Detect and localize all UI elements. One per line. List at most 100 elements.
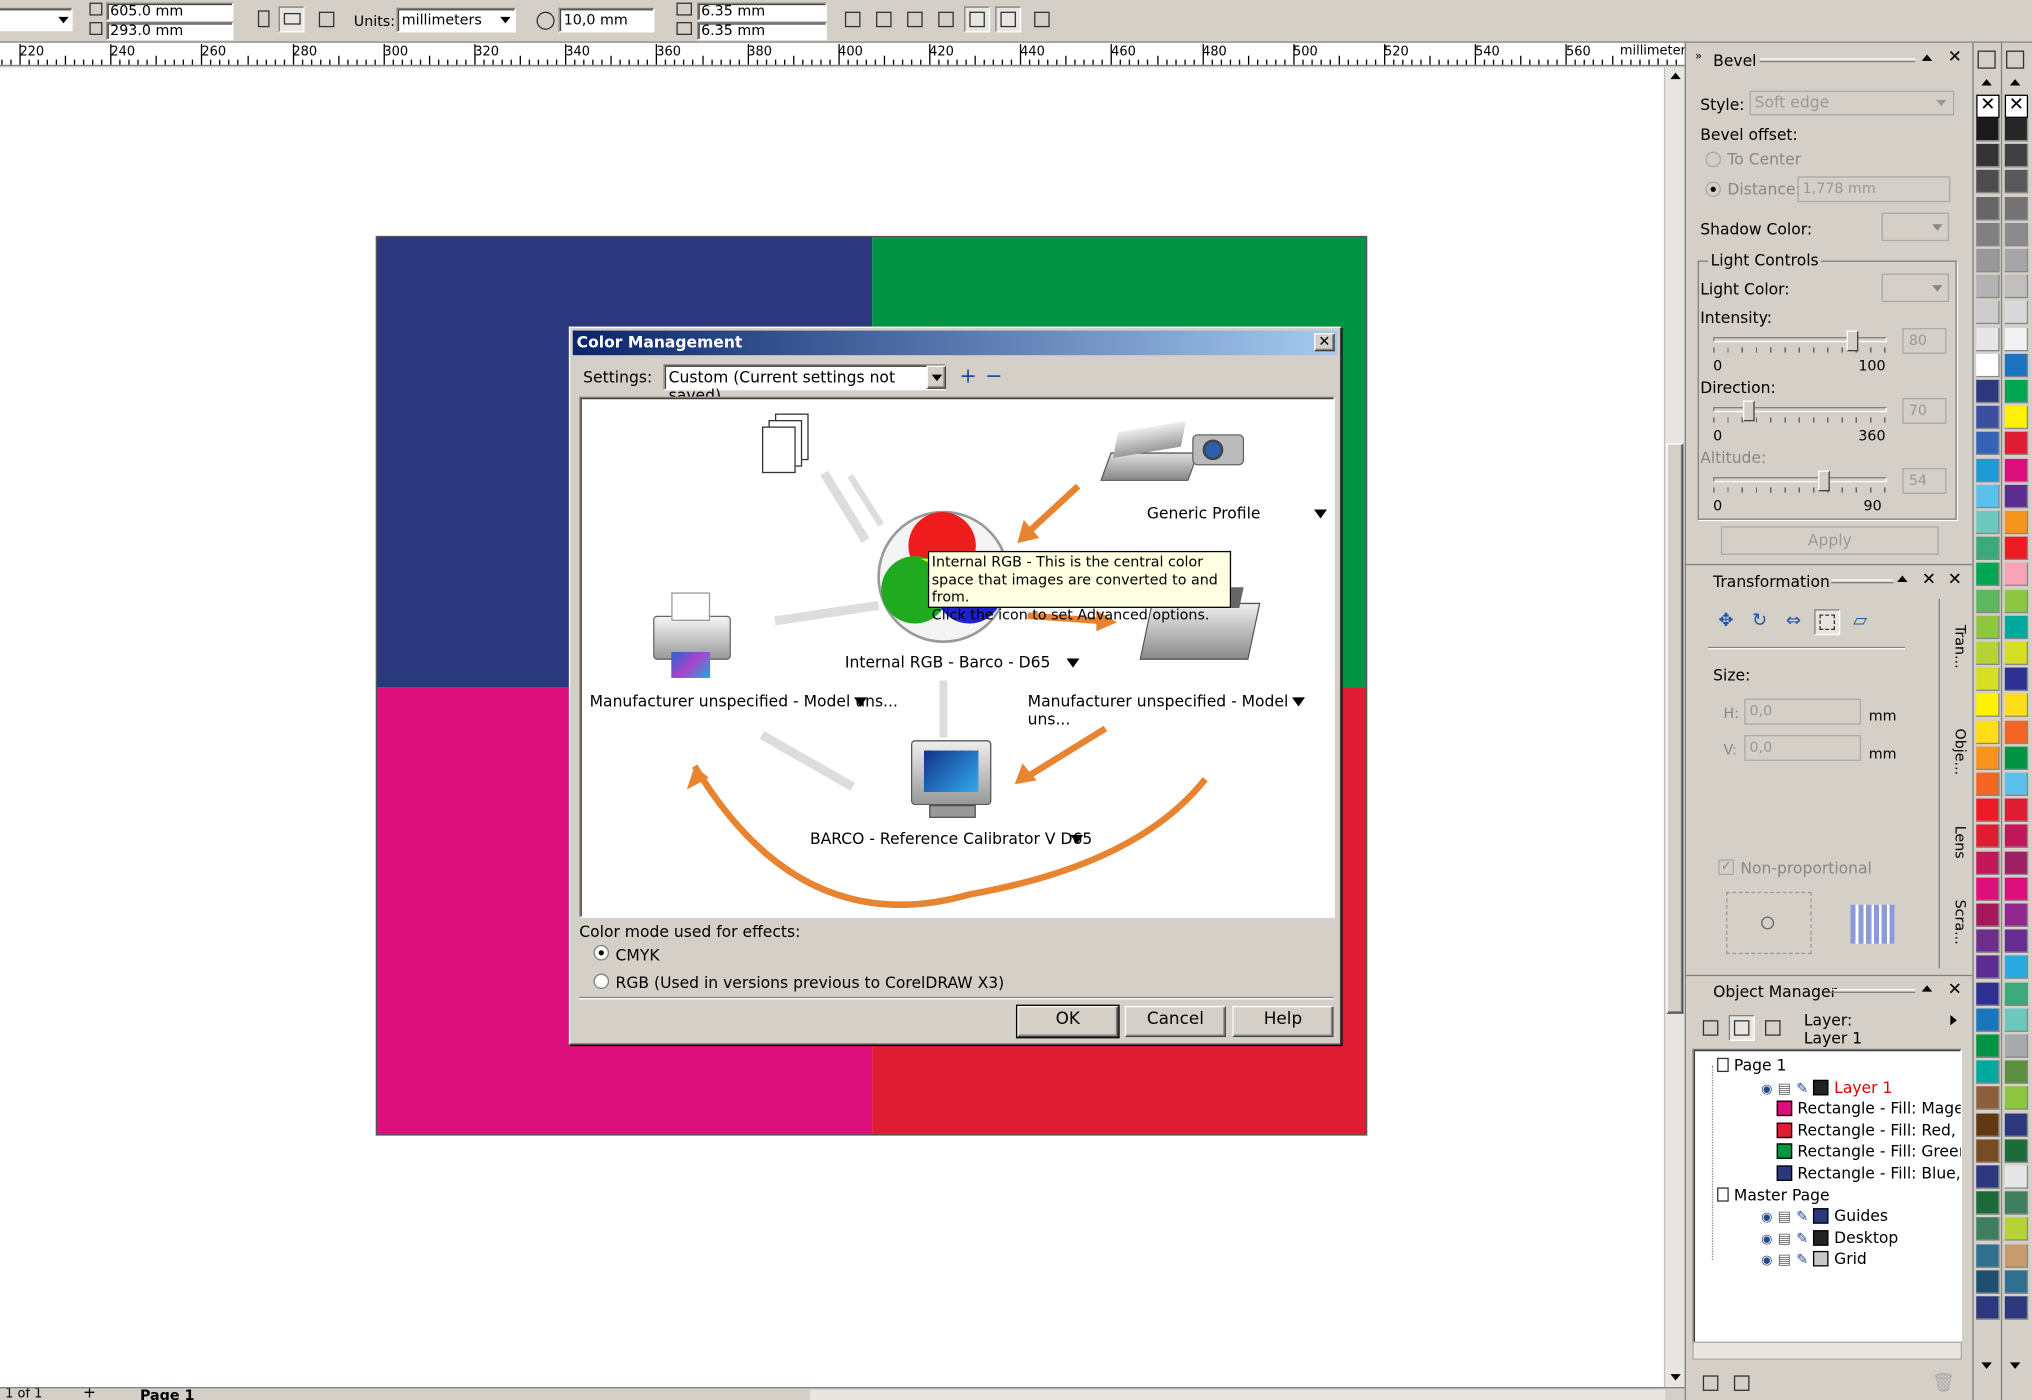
duplicate-x-field[interactable]: 6.35 mm (697, 2, 827, 21)
edit-across-layers-button[interactable] (1728, 1015, 1755, 1041)
dialog-close-button[interactable]: ✕ (1314, 333, 1335, 352)
tree-item[interactable]: ◉ ▤ ✎ Desktop (1761, 1227, 1898, 1248)
palette-swatch[interactable] (1976, 510, 2000, 535)
palette-swatch[interactable] (2004, 536, 2029, 561)
palette-swatch[interactable] (2004, 772, 2029, 796)
palette-swatch[interactable] (1976, 851, 2000, 875)
position-button[interactable]: ✥ (1713, 609, 1740, 636)
palette-swatch[interactable] (1976, 1217, 2000, 1242)
palette-swatch[interactable] (1976, 432, 2000, 456)
palette-swatch[interactable] (2004, 982, 2029, 1006)
palette-swatch[interactable] (1976, 877, 2000, 901)
tree-item[interactable]: ◉ ▤ ✎ Grid (1761, 1249, 1867, 1270)
palette-swatch[interactable] (2004, 1008, 2029, 1032)
palette-swatch[interactable] (2004, 248, 2029, 273)
tree-hscrollbar[interactable] (1692, 1341, 1962, 1360)
palette-swatch[interactable] (2004, 1060, 2029, 1084)
palette-swatch[interactable] (1976, 353, 2000, 377)
palette-swatch[interactable] (1976, 1243, 2000, 1268)
palette-swatch[interactable] (1976, 1270, 2000, 1294)
palette-swatch[interactable] (1976, 379, 2000, 404)
palette-swatch[interactable] (1976, 903, 2000, 927)
width-field[interactable]: 605.0 mm (106, 2, 234, 21)
palette-swatch[interactable] (2004, 563, 2029, 587)
palette-swatch[interactable] (2004, 1165, 2029, 1189)
cancel-button[interactable]: Cancel (1124, 1005, 1226, 1038)
palette-swatch[interactable] (2004, 432, 2029, 456)
close-icon[interactable]: ✕ (1922, 570, 1936, 589)
palette-swatch[interactable] (1976, 720, 2000, 744)
nudge-field[interactable]: 10,0 mm (558, 7, 655, 33)
palette-swatch[interactable] (1976, 1060, 2000, 1084)
palette-swatch[interactable] (1976, 484, 2000, 508)
settings-select[interactable]: Custom (Current settings not saved) (663, 364, 947, 404)
scroll-thumb[interactable] (1666, 443, 1684, 1014)
palette-swatch[interactable] (2004, 117, 2029, 142)
horizontal-scrollbar[interactable] (809, 1389, 1666, 1400)
add-page-icon[interactable]: + (83, 1388, 96, 1400)
tree-item[interactable]: Page 1 (1704, 1055, 1786, 1076)
printer-icon[interactable]: ▤ (1778, 1208, 1791, 1225)
printer-icon[interactable]: ▤ (1778, 1251, 1791, 1268)
no-color-swatch[interactable]: ✕ (1976, 94, 2000, 118)
intensity-value-field[interactable]: 80 (1902, 327, 1947, 354)
options-button[interactable] (1028, 6, 1055, 33)
treat-as-filled-button[interactable] (964, 6, 991, 33)
palette-swatch[interactable] (1976, 955, 2000, 980)
altitude-slider[interactable] (1713, 470, 1887, 497)
palette-swatch[interactable] (2004, 1191, 2029, 1215)
duplicate-y-field[interactable]: 6.35 mm (697, 22, 827, 41)
edit-across-layers-button[interactable] (995, 6, 1022, 33)
height-field[interactable]: 293.0 mm (106, 22, 234, 41)
direction-thumb[interactable] (1742, 400, 1755, 422)
direction-value-field[interactable]: 70 (1902, 397, 1947, 424)
printer-icon[interactable]: ▤ (1778, 1079, 1791, 1096)
shadow-color-picker[interactable] (1881, 212, 1950, 242)
palette-swatch[interactable] (2004, 275, 2029, 299)
altitude-thumb[interactable] (1818, 470, 1830, 492)
palette-swatch[interactable] (2004, 641, 2029, 666)
vertical-scrollbar[interactable] (1663, 67, 1685, 1388)
units-select[interactable]: millimeters (396, 7, 516, 33)
eye-icon[interactable]: ◉ (1761, 1233, 1772, 1247)
palette-options-icon[interactable] (1977, 50, 1996, 69)
palette-swatch[interactable] (1976, 929, 2000, 954)
palette-swatch[interactable] (2004, 379, 2029, 404)
palette-swatch[interactable] (1976, 824, 2000, 849)
palette-swatch[interactable] (1976, 589, 2000, 613)
palette-swatch[interactable] (2004, 1243, 2029, 1268)
palette-swatch[interactable] (2004, 877, 2029, 901)
horizontal-ruler[interactable]: 220 240 260 280 300 320 340 360 380 400 420 440 460 4… (0, 42, 1685, 67)
palette-swatch[interactable] (2004, 170, 2029, 194)
settings-dropdown-button[interactable] (926, 365, 947, 389)
palette-swatch[interactable] (1976, 1139, 2000, 1163)
palette-swatch[interactable] (1976, 1296, 2000, 1320)
palette-swatch[interactable] (2004, 196, 2029, 220)
palette-swatch[interactable] (2004, 1086, 2029, 1111)
palette-swatch[interactable] (2004, 1270, 2029, 1294)
palette-swatch[interactable] (1976, 694, 2000, 718)
palette-swatch[interactable] (1976, 536, 2000, 561)
scale-mirror-button[interactable]: ⇔ (1780, 609, 1807, 636)
new-layer-button[interactable] (1697, 1370, 1724, 1397)
new-master-layer-button[interactable] (1728, 1370, 1755, 1397)
palette-swatch[interactable] (1976, 1008, 2000, 1032)
side-tab-scrapbook[interactable]: Scra... (1943, 900, 1969, 945)
tree-item[interactable]: ◉ ▤ ✎ Guides (1761, 1206, 1888, 1227)
palette-options-icon[interactable] (2006, 50, 2025, 69)
palette-swatch[interactable] (2004, 720, 2029, 744)
palette-swatch[interactable] (1976, 667, 2000, 692)
scroll-up-icon[interactable] (1670, 72, 1681, 80)
palette-swatch[interactable] (2004, 405, 2029, 430)
palette-swatch[interactable] (1976, 1165, 2000, 1189)
h-field[interactable]: 0,0 (1744, 698, 1861, 725)
internal-rgb-dropdown[interactable] (1066, 658, 1080, 668)
palette-swatch[interactable] (1976, 144, 2000, 168)
distance-radio[interactable] (1705, 181, 1721, 198)
palette-swatch[interactable] (1976, 117, 2000, 142)
side-tab-object-properties[interactable]: Obje... (1943, 729, 1969, 776)
collapse-icon[interactable] (1897, 575, 1908, 583)
help-button[interactable]: Help (1232, 1005, 1334, 1038)
collapse-icon[interactable] (1921, 985, 1933, 992)
palette-swatch[interactable] (2004, 327, 2029, 351)
